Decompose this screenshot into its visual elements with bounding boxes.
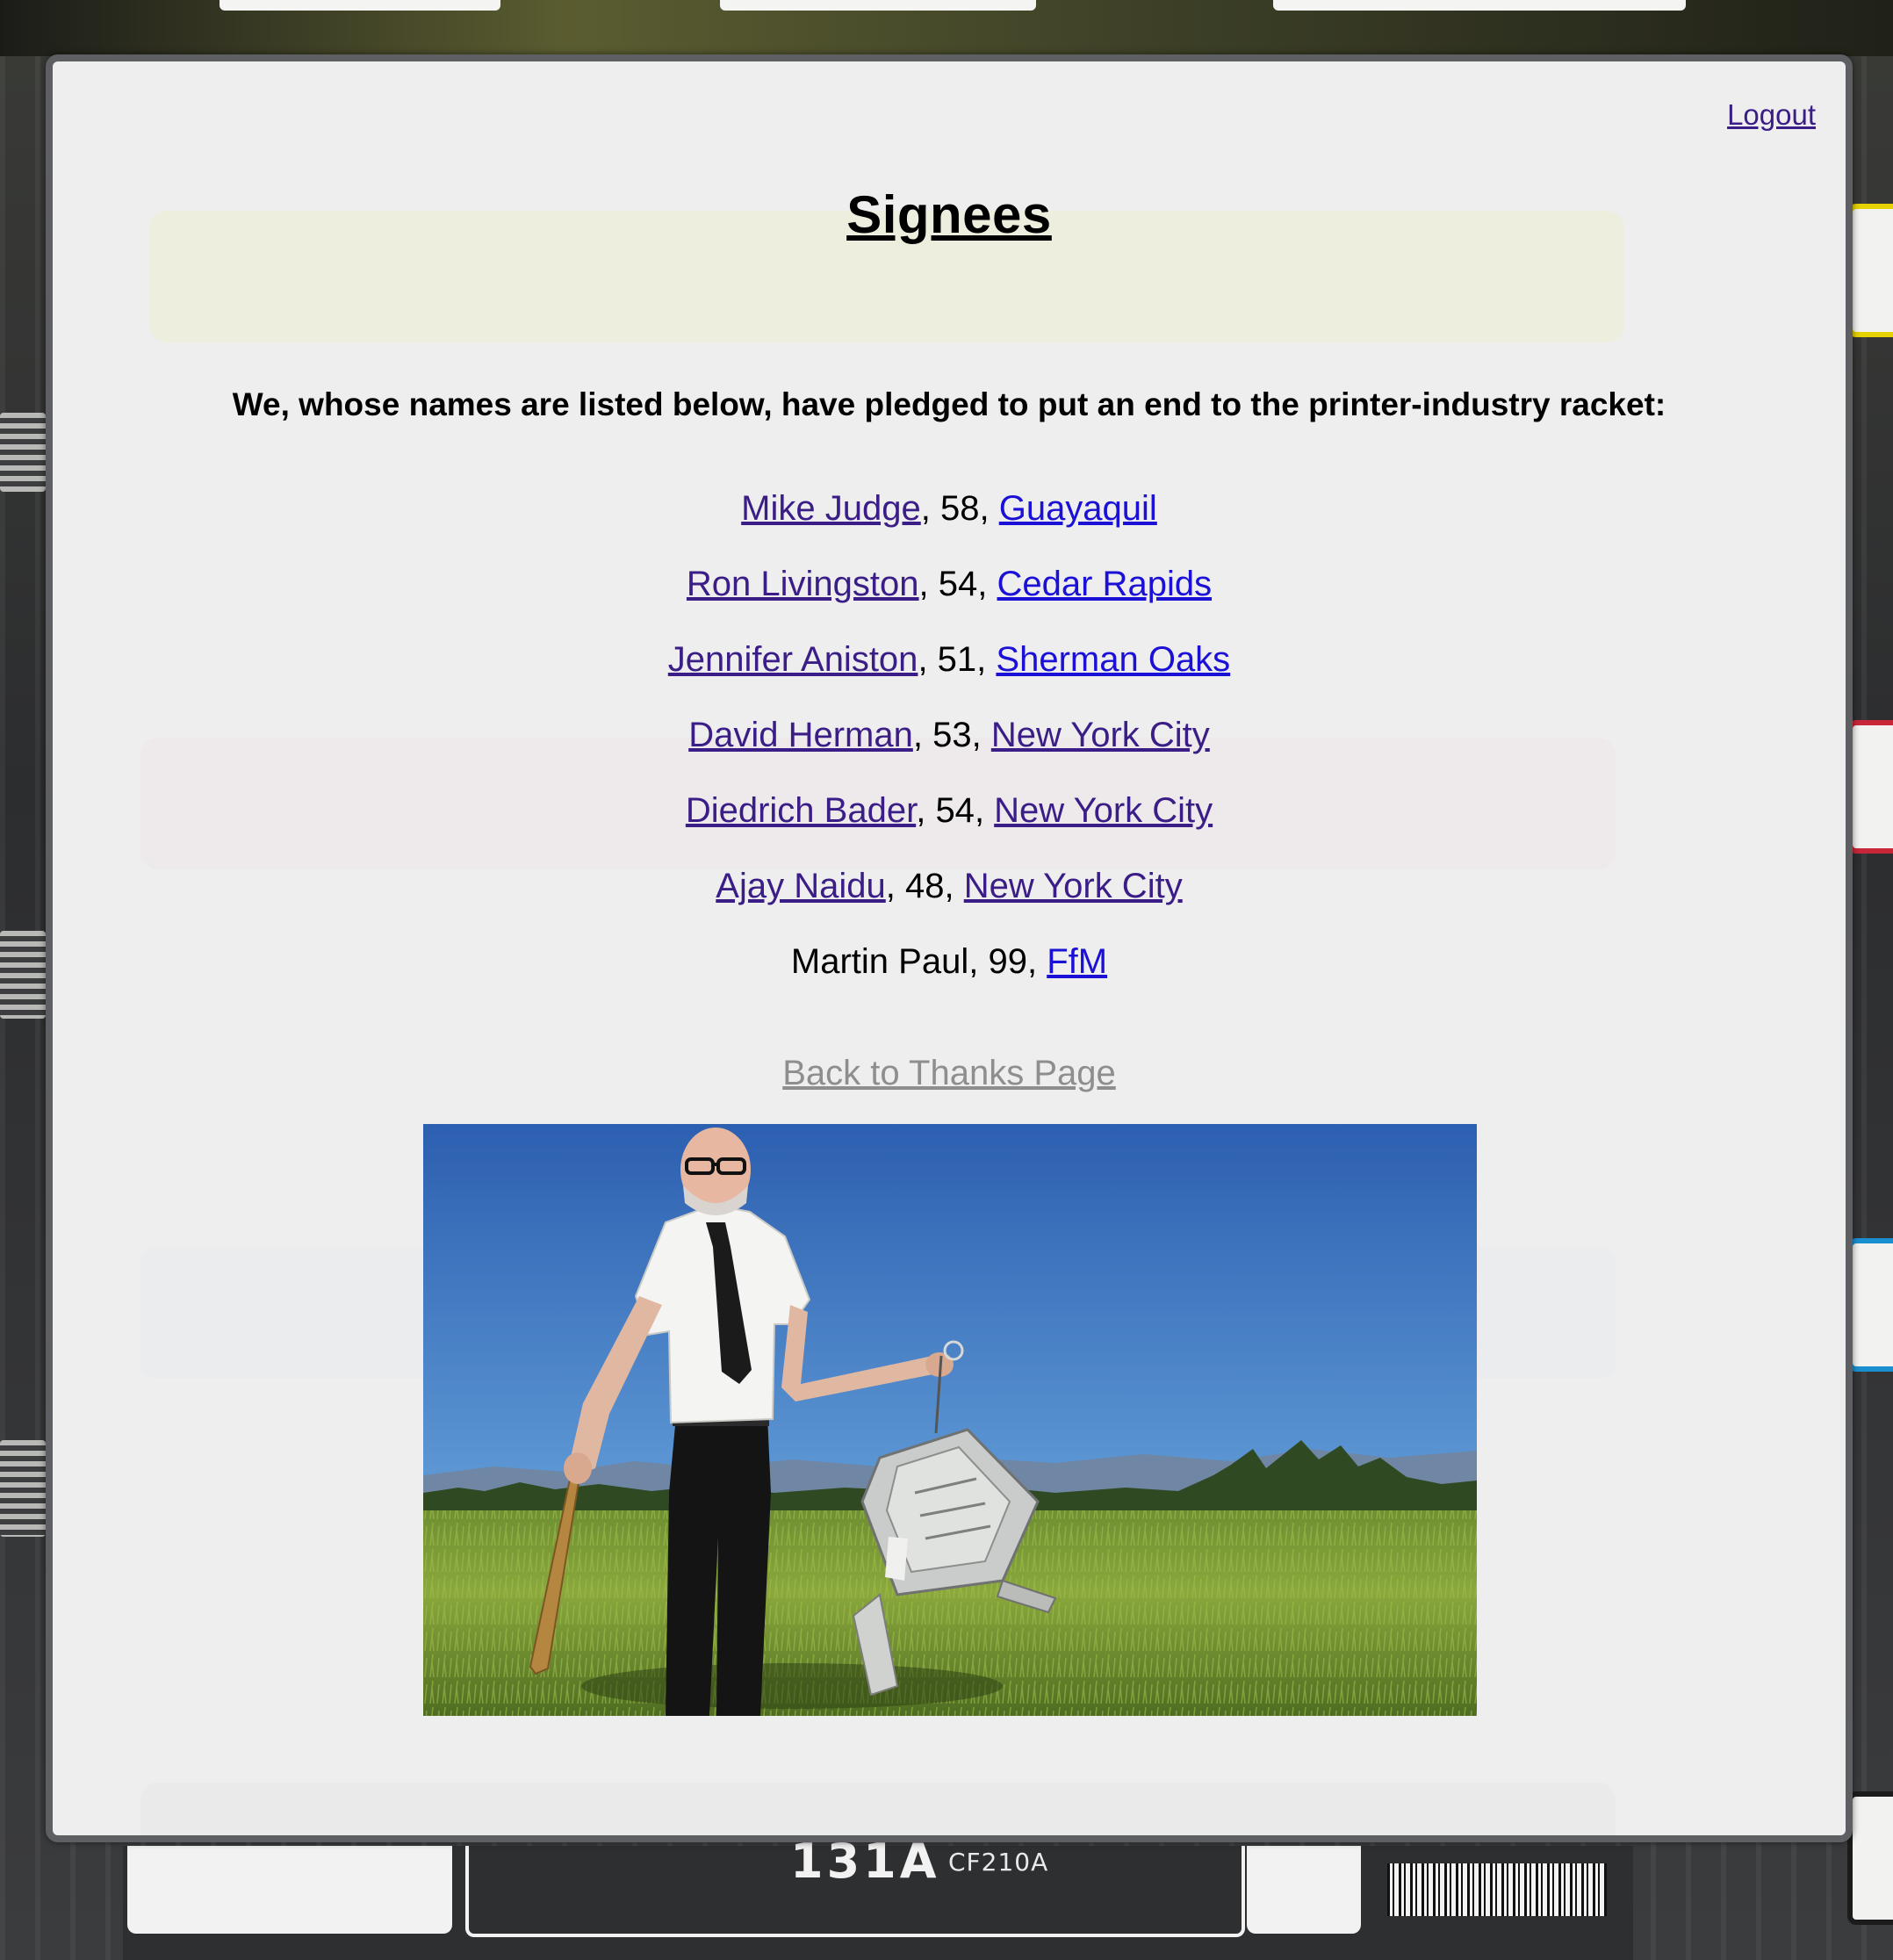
signee-name-link[interactable]: Ron Livingston	[687, 565, 919, 603]
signee-city-link[interactable]: Cedar Rapids	[997, 565, 1213, 603]
signee-city-link[interactable]: New York City	[994, 791, 1213, 830]
background-spring	[0, 1440, 46, 1537]
signee-age: 58	[939, 489, 980, 528]
signee-city-link[interactable]: Sherman Oaks	[996, 640, 1230, 679]
background-label	[1247, 1846, 1361, 1934]
signee-city-link[interactable]: Guayaquil	[999, 489, 1157, 528]
background-cyan-tab	[1847, 1238, 1893, 1372]
background-cartridge-code: CF210A	[948, 1848, 1049, 1877]
signee-name-link[interactable]: Ajay Naidu	[716, 867, 885, 905]
back-link-container: Back to Thanks Page	[53, 1054, 1846, 1093]
background-spring	[0, 413, 46, 492]
signees-panel: Logout Signees We, whose names are liste…	[46, 54, 1853, 1842]
back-to-thanks-link[interactable]: Back to Thanks Page	[782, 1054, 1116, 1092]
signee-name-link[interactable]: Mike Judge	[741, 489, 921, 528]
signee-age: 54	[935, 791, 975, 830]
signee-row: Diedrich Bader, 54, New York City	[685, 791, 1213, 830]
background-label	[127, 1846, 452, 1934]
background-label	[220, 0, 500, 11]
signee-city-link[interactable]: New York City	[964, 867, 1183, 905]
signee-name-link[interactable]: David Herman	[688, 716, 913, 754]
background-black-tab	[1847, 1791, 1893, 1925]
background-yellow-tab	[1847, 204, 1893, 337]
signee-age: 48	[904, 867, 945, 905]
signee-city-link[interactable]: FfM	[1047, 942, 1107, 981]
signee-row: Ron Livingston, 54, Cedar Rapids	[686, 565, 1213, 603]
signees-list: Mike Judge, 58, Guayaquil Ron Livingston…	[53, 488, 1846, 1017]
signee-age: 51	[937, 640, 977, 679]
signee-city-link[interactable]: New York City	[991, 716, 1210, 754]
signee-row: Martin Paul, 99, FfM	[790, 942, 1108, 981]
page-title: Signees	[846, 185, 1052, 244]
signee-age: 99	[988, 942, 1027, 981]
signee-row: Mike Judge, 58, Guayaquil	[741, 489, 1157, 528]
background-magenta-tab	[1847, 720, 1893, 854]
background-label	[1273, 0, 1686, 11]
background-spring	[0, 931, 46, 1019]
background-barcode	[1387, 1863, 1607, 1916]
signee-row: Jennifer Aniston, 51, Sherman Oaks	[667, 640, 1231, 679]
logout-link[interactable]: Logout	[1727, 98, 1816, 132]
signee-name-link[interactable]: Diedrich Bader	[686, 791, 916, 830]
signee-row: Ajay Naidu, 48, New York City	[716, 867, 1183, 905]
pledge-intro: We, whose names are listed below, have p…	[232, 386, 1666, 422]
printer-smash-photo	[423, 1124, 1477, 1716]
signee-name-link[interactable]: Jennifer Aniston	[668, 640, 918, 679]
background-label	[720, 0, 1036, 11]
signee-age: 54	[938, 565, 978, 603]
background-ghost	[140, 1783, 1616, 1835]
signee-name: Martin Paul	[790, 942, 969, 981]
signee-row: David Herman, 53, New York City	[688, 716, 1210, 754]
signee-age: 53	[932, 716, 972, 754]
